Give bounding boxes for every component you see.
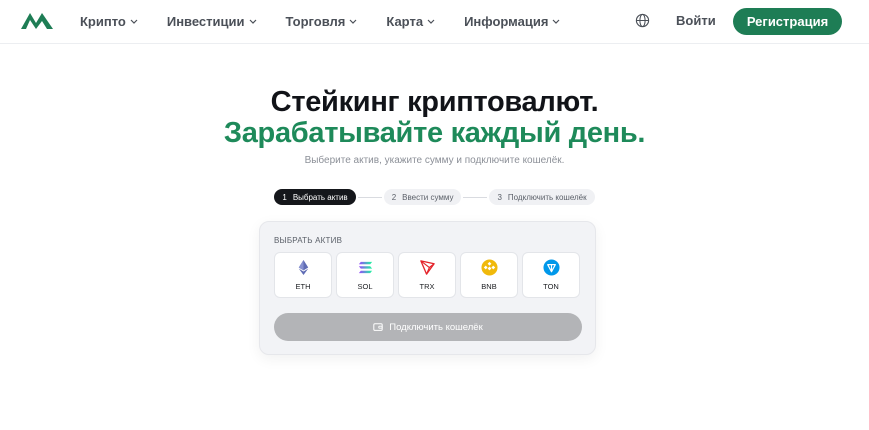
chevron-down-icon (130, 19, 138, 24)
ethereum-icon (298, 259, 308, 276)
asset-option-ton[interactable]: TON (522, 252, 580, 298)
asset-option-eth[interactable]: ETH (274, 252, 332, 298)
step-divider (357, 196, 382, 198)
register-button[interactable]: Регистрация (733, 8, 842, 35)
nav-item-information[interactable]: Информация (464, 14, 560, 29)
nav-item-card[interactable]: Карта (386, 14, 435, 29)
asset-section-label: ВЫБРАТЬ АКТИВ (274, 236, 343, 245)
tron-icon (419, 260, 435, 275)
main-nav: Крипто Инвестиции Торговля Карта Информа… (80, 0, 589, 42)
nav-item-crypto[interactable]: Крипто (80, 14, 138, 29)
stepper: 1 Выбрать актив 2 Ввести сумму 3 Подключ… (0, 189, 869, 205)
step-select-asset[interactable]: 1 Выбрать актив (274, 189, 356, 205)
asset-list: ETH SOL TRX BNB TON (274, 252, 580, 298)
step-enter-amount[interactable]: 2 Ввести сумму (383, 189, 462, 205)
chevron-down-icon (427, 19, 435, 24)
nav-item-trading[interactable]: Торговля (286, 14, 358, 29)
nav-item-investments[interactable]: Инвестиции (167, 14, 257, 29)
solana-icon (358, 261, 372, 274)
globe-icon[interactable] (635, 13, 650, 28)
connect-wallet-button[interactable]: Подключить кошелёк (274, 313, 582, 341)
asset-option-sol[interactable]: SOL (336, 252, 394, 298)
staking-card: ВЫБРАТЬ АКТИВ ETH SOL TRX BNB TON Подклю… (259, 221, 596, 355)
step-connect-wallet[interactable]: 3 Подключить кошелёк (489, 189, 595, 205)
page-subtitle: Зарабатывайте каждый день. (223, 117, 646, 149)
wallet-icon (373, 323, 383, 331)
ton-icon (542, 259, 560, 276)
chevron-down-icon (552, 19, 560, 24)
chevron-down-icon (349, 19, 357, 24)
page-description: Выберите актив, укажите сумму и подключи… (304, 155, 565, 166)
asset-option-bnb[interactable]: BNB (460, 252, 518, 298)
top-navigation-bar: Крипто Инвестиции Торговля Карта Информа… (0, 0, 869, 44)
page-title: Стейкинг криптовалют. (270, 86, 599, 118)
chevron-down-icon (249, 19, 256, 24)
logo-icon[interactable] (20, 9, 54, 31)
step-divider (463, 196, 488, 198)
asset-option-trx[interactable]: TRX (398, 252, 456, 298)
login-link[interactable]: Войти (676, 13, 716, 28)
bnb-icon (480, 259, 498, 276)
